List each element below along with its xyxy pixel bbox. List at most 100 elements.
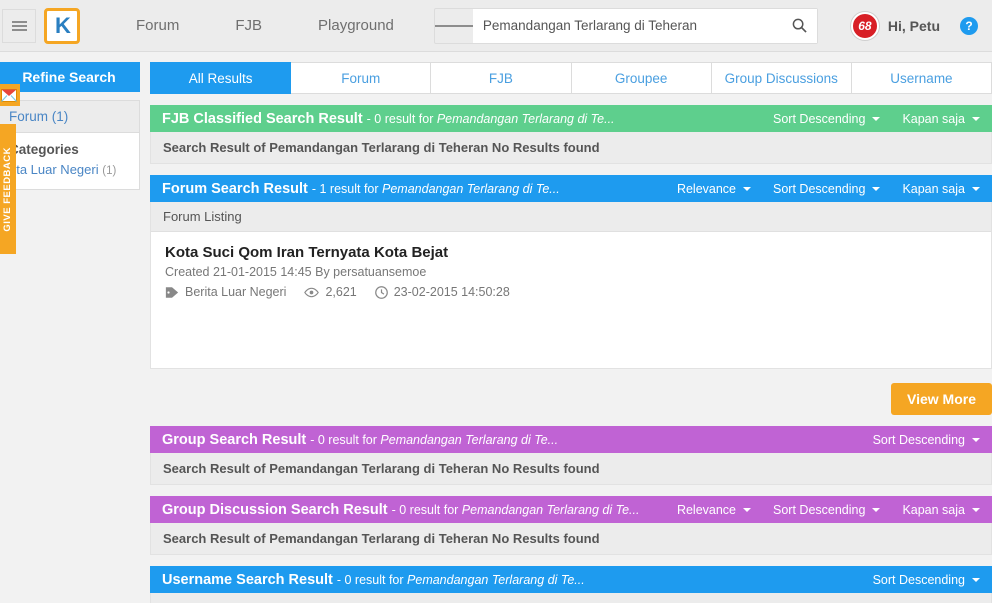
refine-sidebar: Refine Search Forum (1) Categories rita … <box>0 62 140 603</box>
group-sort-dropdown[interactable]: Sort Descending <box>873 433 980 447</box>
forum-listing-label: Forum Listing <box>151 202 991 232</box>
group-discussion-relevance-dropdown[interactable]: Relevance <box>677 503 752 517</box>
result-tabs: All Results Forum FJB Groupee Group Disc… <box>150 62 992 94</box>
forum-block-controls: Relevance Sort Descending Kapan saja <box>655 182 980 196</box>
group-block-subtitle: - 0 result for Pemandangan Terlarang di … <box>310 432 559 447</box>
chevron-down-icon <box>972 186 980 191</box>
avatar[interactable]: 68 <box>850 11 879 40</box>
search-submit-button[interactable] <box>782 8 817 43</box>
nav-link-playground[interactable]: Playground <box>290 17 422 34</box>
eye-icon <box>304 287 320 297</box>
avatar-text: 68 <box>858 18 872 33</box>
forum-time-dropdown[interactable]: Kapan saja <box>902 182 980 196</box>
kaskus-logo[interactable]: K <box>44 7 80 44</box>
group-discussion-block-body: Search Result of Pemandangan Terlarang d… <box>150 523 992 555</box>
search-field-wrapper <box>472 8 783 43</box>
chevron-down-icon <box>743 186 752 191</box>
group-discussion-no-result-text: Search Result of Pemandangan Terlarang d… <box>163 531 600 546</box>
group-discussion-block-header: Group Discussion Search Result - 0 resul… <box>150 496 992 523</box>
sidebar-categories-title: Categories <box>9 142 79 157</box>
tag-icon <box>165 286 179 298</box>
group-block-title: Group Search Result <box>162 431 307 448</box>
username-block-body: Search Result of Pemandangan Terlarang d… <box>150 593 992 603</box>
group-block-controls: Sort Descending <box>851 433 980 447</box>
username-block-title: Username Search Result <box>162 571 333 588</box>
group-discussion-sort-dropdown[interactable]: Sort Descending <box>773 503 881 517</box>
sidebar-filter-forum[interactable]: Forum (1) <box>0 101 139 133</box>
forum-result-stats: Berita Luar Negeri 2,621 23-02-2015 14:5… <box>165 285 977 299</box>
refine-panel: Forum (1) Categories rita Luar Negeri (1… <box>0 100 140 190</box>
forum-block-subtitle: - 1 result for Pemandangan Terlarang di … <box>311 181 560 196</box>
view-more-button[interactable]: View More <box>891 383 992 415</box>
forum-result-time: 23-02-2015 14:50:28 <box>374 285 510 299</box>
chevron-down-icon <box>972 116 980 121</box>
fjb-block-body: Search Result of Pemandangan Terlarang d… <box>150 132 992 164</box>
forum-relevance-dropdown[interactable]: Relevance <box>677 182 752 196</box>
group-discussion-time-dropdown[interactable]: Kapan saja <box>902 503 980 517</box>
forum-footer-spacer <box>151 313 991 368</box>
fjb-sort-dropdown[interactable]: Sort Descending <box>773 112 881 126</box>
give-feedback-label: GIVE FEEDBACK <box>1 146 13 232</box>
hamburger-icon <box>11 19 27 33</box>
forum-block-header: Forum Search Result - 1 result for Peman… <box>150 175 992 202</box>
search-category-icon[interactable] <box>434 9 473 43</box>
group-no-result-text: Search Result of Pemandangan Terlarang d… <box>163 461 600 476</box>
username-sort-dropdown[interactable]: Sort Descending <box>873 573 980 587</box>
username-block-controls: Sort Descending <box>851 573 980 587</box>
fjb-no-result-text: Search Result of Pemandangan Terlarang d… <box>163 140 600 155</box>
chevron-down-icon <box>972 507 980 512</box>
fjb-block-subtitle: - 0 result for Pemandangan Terlarang di … <box>366 111 615 126</box>
group-result-block: Group Search Result - 0 result for Peman… <box>150 426 992 485</box>
nav-link-fjb[interactable]: FJB <box>207 17 290 34</box>
top-navigation-bar: K Forum FJB Playground 68 Hi, Petu ? <box>0 0 992 52</box>
feedback-envelope-icon[interactable] <box>0 84 20 106</box>
group-discussion-block-subtitle: - 0 result for Pemandangan Terlarang di … <box>391 502 640 517</box>
username-block-subtitle: - 0 result for Pemandangan Terlarang di … <box>336 572 585 587</box>
group-block-header: Group Search Result - 0 result for Peman… <box>150 426 992 453</box>
forum-result-title[interactable]: Kota Suci Qom Iran Ternyata Kota Bejat <box>165 244 977 261</box>
forum-sort-dropdown[interactable]: Sort Descending <box>773 182 881 196</box>
tab-group-discussions[interactable]: Group Discussions <box>711 62 852 94</box>
user-area: 68 Hi, Petu ? <box>850 11 978 40</box>
fjb-block-title: FJB Classified Search Result <box>162 110 363 127</box>
logo-k-icon: K <box>55 12 71 38</box>
tab-groupee[interactable]: Groupee <box>571 62 712 94</box>
chevron-down-icon <box>872 507 881 512</box>
tab-forum[interactable]: Forum <box>291 62 432 94</box>
tab-username[interactable]: Username <box>851 62 992 94</box>
chevron-down-icon <box>872 186 881 191</box>
give-feedback-tab[interactable]: GIVE FEEDBACK <box>0 124 16 254</box>
user-greeting[interactable]: Hi, Petu <box>888 18 940 34</box>
group-block-body: Search Result of Pemandangan Terlarang d… <box>150 453 992 485</box>
help-icon[interactable]: ? <box>960 16 978 35</box>
forum-view-more-row: View More <box>150 369 992 415</box>
sidebar-category-item[interactable]: rita Luar Negeri (1) <box>0 161 139 189</box>
search-bar <box>433 7 818 44</box>
forum-result-block: Forum Search Result - 1 result for Peman… <box>150 175 992 415</box>
forum-block-title: Forum Search Result <box>162 180 308 197</box>
search-input[interactable] <box>482 18 773 33</box>
page-body: Refine Search Forum (1) Categories rita … <box>0 52 992 603</box>
group-discussion-block-title: Group Discussion Search Result <box>162 501 388 518</box>
forum-result-tag[interactable]: Berita Luar Negeri <box>165 285 286 299</box>
refine-search-header[interactable]: Refine Search <box>0 62 140 92</box>
fjb-time-dropdown[interactable]: Kapan saja <box>902 112 980 126</box>
chevron-down-icon <box>972 437 980 442</box>
search-results-main: All Results Forum FJB Groupee Group Disc… <box>150 62 992 603</box>
username-block-header: Username Search Result - 0 result for Pe… <box>150 566 992 593</box>
tab-all-results[interactable]: All Results <box>150 62 292 94</box>
menu-toggle-button[interactable] <box>2 8 36 43</box>
sidebar-category-label: rita Luar Negeri <box>9 162 99 177</box>
forum-block-body: Forum Listing Kota Suci Qom Iran Ternyat… <box>150 202 992 369</box>
fjb-block-header: FJB Classified Search Result - 0 result … <box>150 105 992 132</box>
forum-result-views: 2,621 <box>304 285 357 299</box>
chevron-down-icon <box>872 116 881 121</box>
forum-result-item: Kota Suci Qom Iran Ternyata Kota Bejat C… <box>151 232 991 313</box>
fjb-result-block: FJB Classified Search Result - 0 result … <box>150 105 992 164</box>
sidebar-category-count: (1) <box>102 165 117 177</box>
primary-nav-links: Forum FJB Playground <box>108 17 422 34</box>
tab-fjb[interactable]: FJB <box>431 62 572 94</box>
clock-icon <box>374 285 388 299</box>
nav-link-forum[interactable]: Forum <box>108 17 207 34</box>
username-no-result-text: Search Result of Pemandangan Terlarang d… <box>151 593 991 603</box>
